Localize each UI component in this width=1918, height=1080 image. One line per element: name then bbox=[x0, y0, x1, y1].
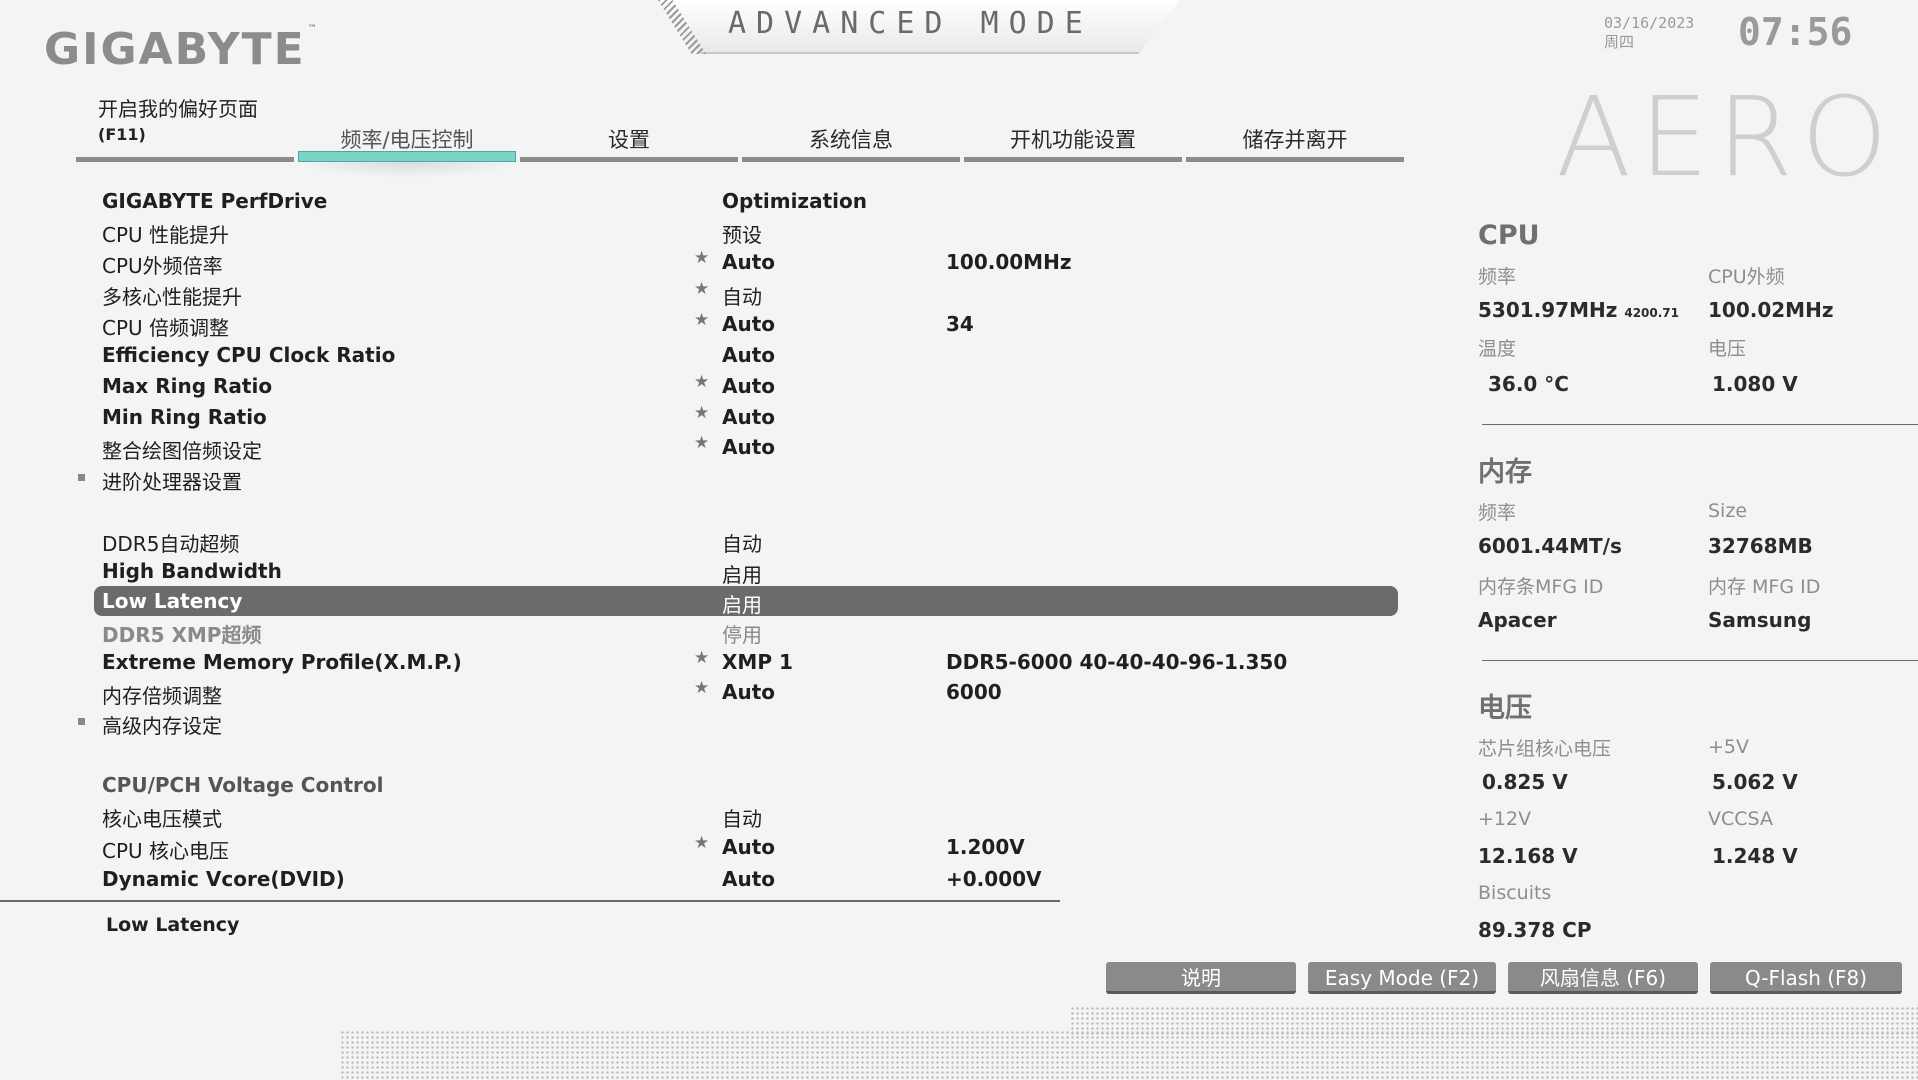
mem-mfg-value: Apacer bbox=[1478, 608, 1557, 632]
cpu-bclk-label: CPU外频 bbox=[1708, 266, 1785, 288]
cpu-freq-value: 5301.97MHz 4200.71 bbox=[1478, 298, 1679, 322]
tab-frequency-voltage[interactable]: 频率/电压控制 bbox=[296, 118, 518, 162]
cpu-panel-title: CPU bbox=[1478, 220, 1540, 251]
vccsa-label: VCCSA bbox=[1708, 808, 1773, 830]
setting-row-low-latency[interactable]: Low Latency 启用 bbox=[0, 586, 1400, 617]
memory-panel-title: 内存 bbox=[1478, 457, 1532, 488]
mem-mfg-label: 内存条MFG ID bbox=[1478, 576, 1604, 598]
setting-row-ddr5-auto-oc[interactable]: DDR5自动超频 自动 bbox=[0, 525, 1400, 556]
mem-chip-label: 内存 MFG ID bbox=[1708, 576, 1821, 598]
easy-mode-button[interactable]: Easy Mode (F2) bbox=[1308, 962, 1496, 994]
v12-value: 12.168 V bbox=[1478, 844, 1578, 868]
setting-row-dynamic-vcore[interactable]: Dynamic Vcore(DVID) Auto +0.000V bbox=[0, 864, 1400, 895]
mem-chip-value: Samsung bbox=[1708, 608, 1812, 632]
favorite-star-icon[interactable]: ★ bbox=[694, 678, 709, 698]
section-header-voltage-control: CPU/PCH Voltage Control bbox=[102, 773, 384, 797]
cpu-temp-label: 温度 bbox=[1478, 338, 1517, 360]
v12-label: +12V bbox=[1478, 808, 1532, 830]
chipset-voltage-value: 0.825 V bbox=[1482, 770, 1568, 794]
vccsa-value: 1.248 V bbox=[1712, 844, 1798, 868]
mem-size-label: Size bbox=[1708, 500, 1748, 522]
setting-row-cpu-ratio[interactable]: CPU 倍频调整 ★ Auto 34 bbox=[0, 309, 1400, 340]
gigabyte-logo: GIGABYTE ™ bbox=[44, 24, 319, 75]
chipset-voltage-label: 芯片组核心电压 bbox=[1478, 738, 1612, 760]
qflash-button[interactable]: Q-Flash (F8) bbox=[1710, 962, 1902, 994]
tab-settings[interactable]: 设置 bbox=[518, 118, 740, 162]
cpu-bclk-value: 100.02MHz bbox=[1708, 298, 1834, 322]
tab-system-info[interactable]: 系统信息 bbox=[740, 118, 962, 162]
favorite-star-icon[interactable]: ★ bbox=[694, 372, 709, 392]
submenu-bullet-icon bbox=[78, 718, 85, 725]
setting-row-cpu-vcore[interactable]: CPU 核心电压 ★ Auto 1.200V bbox=[0, 832, 1400, 863]
cpu-temp-value: 36.0 °C bbox=[1488, 372, 1569, 396]
cpu-freq-label: 频率 bbox=[1478, 266, 1517, 288]
v5-value: 5.062 V bbox=[1712, 770, 1798, 794]
panel-separator bbox=[1482, 660, 1918, 661]
biscuits-label: Biscuits bbox=[1478, 882, 1552, 904]
setting-row-cpu-bclk[interactable]: CPU外频倍率 ★ Auto 100.00MHz bbox=[0, 247, 1400, 278]
favorite-star-icon[interactable]: ★ bbox=[694, 403, 709, 423]
tab-boot[interactable]: 开机功能设置 bbox=[962, 118, 1184, 162]
setting-row-multicore[interactable]: 多核心性能提升 ★ 自动 bbox=[0, 278, 1400, 309]
clock-display: 07:56 bbox=[1738, 10, 1853, 54]
setting-row-high-bandwidth[interactable]: High Bandwidth 启用 bbox=[0, 556, 1400, 587]
tab-save-exit[interactable]: 储存并离开 bbox=[1184, 118, 1406, 162]
setting-row-efficiency-ratio[interactable]: Efficiency CPU Clock Ratio Auto bbox=[0, 340, 1400, 371]
help-text: Low Latency bbox=[106, 914, 240, 936]
panel-separator bbox=[1482, 424, 1918, 425]
v5-label: +5V bbox=[1708, 736, 1750, 758]
mode-title: ADVANCED MODE bbox=[728, 6, 1093, 41]
cpu-volt-label: 电压 bbox=[1708, 338, 1747, 360]
help-divider bbox=[0, 900, 1060, 902]
biscuits-value: 89.378 CP bbox=[1478, 918, 1592, 942]
favorite-star-icon[interactable]: ★ bbox=[694, 310, 709, 330]
setting-row-min-ring[interactable]: Min Ring Ratio ★ Auto bbox=[0, 402, 1400, 433]
tab-favorites-slot bbox=[74, 118, 296, 162]
aero-logo: AERO bbox=[1556, 73, 1896, 201]
favorite-star-icon[interactable]: ★ bbox=[694, 833, 709, 853]
dot-texture-right bbox=[1070, 1006, 1918, 1036]
setting-row-advanced-memory[interactable]: 高级内存设定 bbox=[0, 707, 1400, 738]
mem-freq-value: 6001.44MT/s bbox=[1478, 534, 1622, 558]
favorite-star-icon[interactable]: ★ bbox=[694, 433, 709, 453]
voltage-panel-title: 电压 bbox=[1478, 693, 1532, 724]
dot-texture-bottom bbox=[340, 1030, 1918, 1080]
setting-row-ddr5-xmp-oc: DDR5 XMP超频 停用 bbox=[102, 623, 762, 647]
fan-info-button[interactable]: 风扇信息 (F6) bbox=[1508, 962, 1698, 994]
cpu-volt-value: 1.080 V bbox=[1712, 372, 1798, 396]
mem-freq-label: 频率 bbox=[1478, 502, 1517, 524]
favorite-star-icon[interactable]: ★ bbox=[694, 248, 709, 268]
setting-row-xmp-profile[interactable]: Extreme Memory Profile(X.M.P.) ★ XMP 1 D… bbox=[0, 647, 1400, 678]
favorite-star-icon[interactable]: ★ bbox=[694, 648, 709, 668]
date-display: 03/16/2023 周四 bbox=[1604, 14, 1695, 51]
setting-row-max-ring[interactable]: Max Ring Ratio ★ Auto bbox=[0, 371, 1400, 402]
submenu-bullet-icon bbox=[78, 474, 85, 481]
mem-size-value: 32768MB bbox=[1708, 534, 1813, 558]
setting-row-cpu-boost[interactable]: CPU 性能提升 预设 bbox=[0, 216, 1400, 247]
setting-row-perfdrive[interactable]: GIGABYTE PerfDrive Optimization bbox=[0, 186, 1400, 217]
main-tabs: 频率/电压控制 设置 系统信息 开机功能设置 储存并离开 bbox=[74, 118, 1406, 162]
favorite-star-icon[interactable]: ★ bbox=[694, 279, 709, 299]
setting-row-advanced-cpu[interactable]: 进阶处理器设置 bbox=[0, 463, 1400, 494]
active-tab-shadow bbox=[296, 162, 518, 178]
setting-row-igpu-ratio[interactable]: 整合绘图倍频设定 ★ Auto bbox=[0, 432, 1400, 463]
setting-row-memory-ratio[interactable]: 内存倍频调整 ★ Auto 6000 bbox=[0, 677, 1400, 708]
setting-row-vcore-mode[interactable]: 核心电压模式 自动 bbox=[0, 800, 1400, 831]
help-button[interactable]: 说明 bbox=[1106, 962, 1296, 994]
